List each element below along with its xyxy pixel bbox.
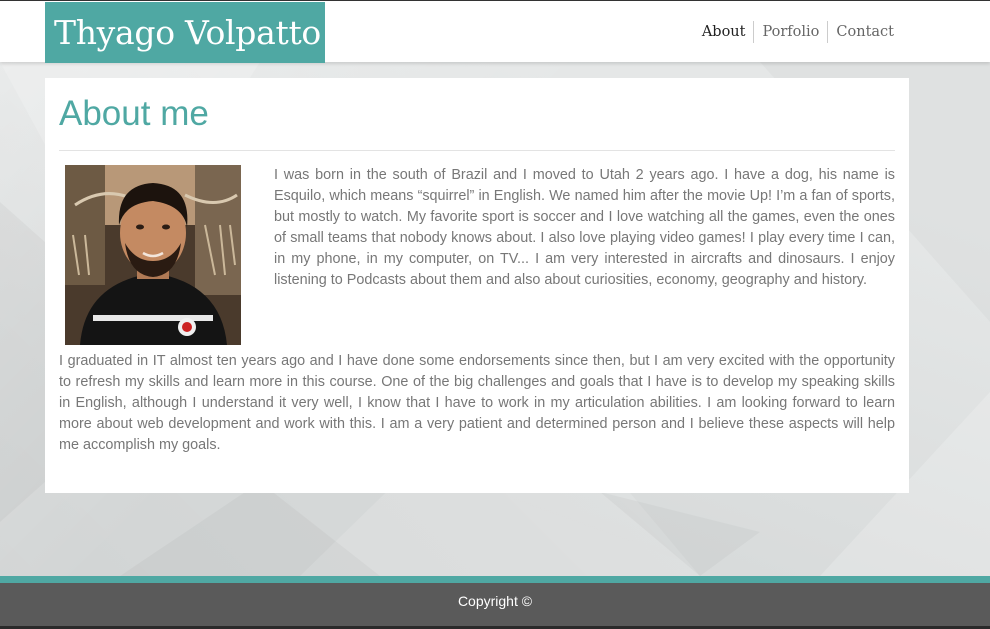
nav-link-about[interactable]: About bbox=[694, 21, 754, 43]
about-paragraph-2: I graduated in IT almost ten years ago a… bbox=[59, 353, 895, 453]
site-footer: Copyright © bbox=[0, 583, 990, 629]
copyright-text: Copyright © bbox=[457, 593, 533, 609]
nav-link-portfolio[interactable]: Porfolio bbox=[753, 21, 827, 43]
page-title: About me bbox=[59, 94, 209, 133]
portrait-icon bbox=[65, 165, 241, 345]
footer-accent-bar bbox=[0, 576, 990, 583]
main-nav: About Porfolio Contact bbox=[694, 21, 902, 43]
site-logo[interactable]: Thyago Volpatto bbox=[45, 2, 325, 63]
about-paragraph-1: I was born in the south of Brazil and I … bbox=[274, 167, 895, 288]
title-divider bbox=[59, 150, 895, 151]
nav-link-contact[interactable]: Contact bbox=[827, 21, 902, 43]
site-header: Thyago Volpatto About Porfolio Contact bbox=[0, 0, 990, 63]
about-panel: About me I was born in the south of Braz… bbox=[45, 78, 909, 493]
profile-photo bbox=[65, 165, 241, 345]
